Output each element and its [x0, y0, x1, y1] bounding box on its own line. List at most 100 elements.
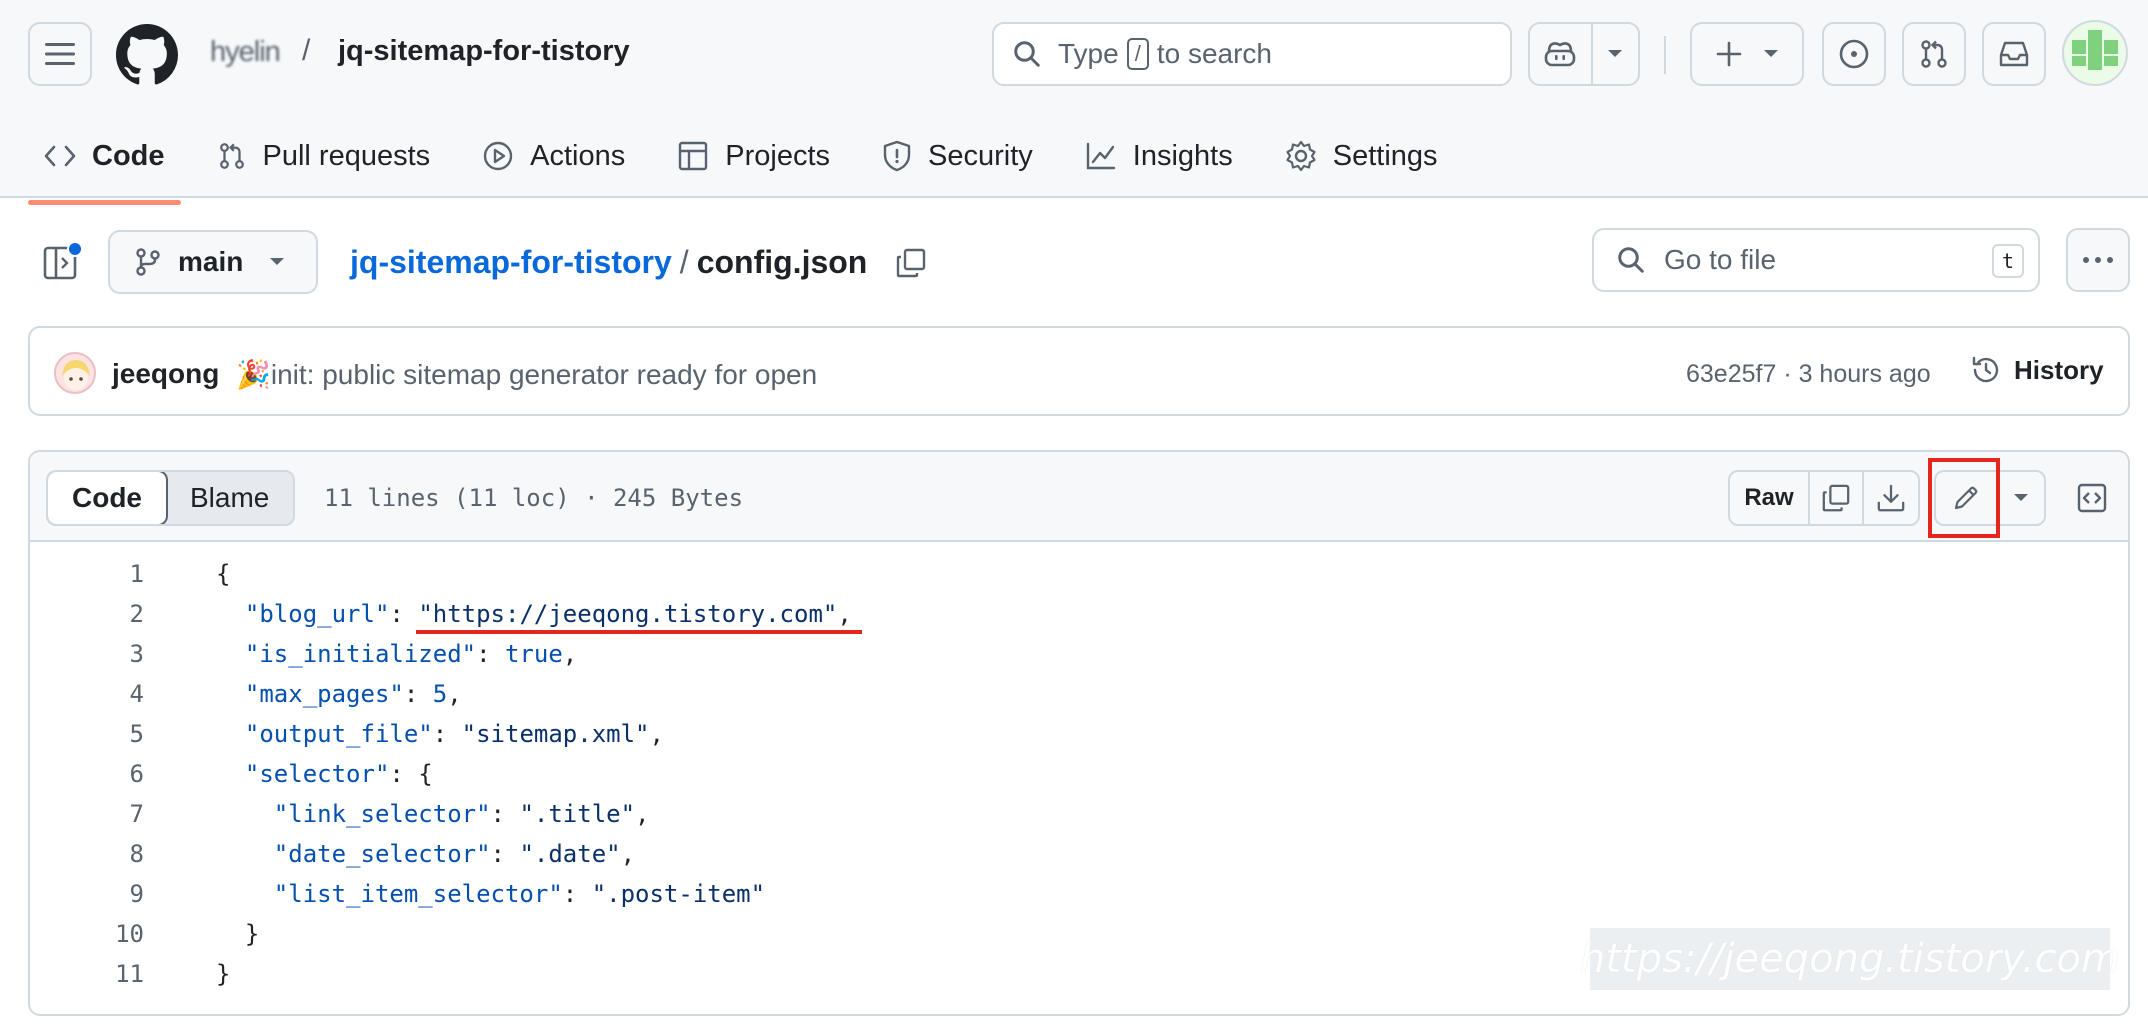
json-string-value: "sitemap.xml" — [461, 720, 650, 748]
search-input[interactable]: Type / to search — [992, 22, 1512, 86]
line-number[interactable]: 9 — [60, 874, 144, 914]
raw-button[interactable]: Raw — [1730, 472, 1810, 524]
line-content: "blog_url": "https://jeeqong.tistory.com… — [244, 600, 852, 628]
line-number[interactable]: 8 — [60, 834, 144, 874]
blame-view-tab[interactable]: Blame — [166, 472, 293, 524]
line-number[interactable]: 7 — [60, 794, 144, 834]
latest-commit-bar: jeeqong 🎉init: public sitemap generator … — [28, 326, 2130, 416]
repo-nav: Code Pull requests Actions Projects Secu… — [28, 116, 1474, 205]
symbols-panel-button[interactable] — [2064, 470, 2120, 526]
go-to-file-placeholder: Go to file — [1664, 244, 1777, 275]
line-content: } — [216, 920, 260, 948]
tab-security[interactable]: Security — [866, 121, 1049, 191]
json-key: "max_pages" — [244, 680, 404, 708]
commit-author-link[interactable]: jeeqong — [112, 358, 219, 390]
copilot-button[interactable] — [1530, 24, 1593, 84]
line-number[interactable]: 3 — [60, 634, 144, 674]
user-avatar[interactable] — [2062, 20, 2128, 86]
code-icon — [44, 145, 76, 167]
json-boolean-value: true — [505, 640, 563, 668]
tab-settings[interactable]: Settings — [1269, 121, 1454, 191]
gear-icon — [1286, 140, 1316, 172]
edit-file-button[interactable] — [1936, 472, 1998, 524]
search-prefix-text: Type — [1058, 38, 1119, 69]
pencil-icon — [1954, 486, 1978, 510]
code-square-icon — [2077, 483, 2107, 513]
line-number[interactable]: 1 — [60, 554, 144, 594]
code-line: 3 "is_initialized": true, — [30, 634, 2128, 674]
line-number[interactable]: 11 — [60, 954, 144, 994]
line-number[interactable]: 6 — [60, 754, 144, 794]
view-mode-toggle: Code Blame — [46, 470, 296, 526]
tab-code-label: Code — [92, 139, 165, 172]
line-number[interactable]: 10 — [60, 914, 144, 954]
commit-author-avatar[interactable] — [54, 352, 96, 394]
code-line: 2 "blog_url": "https://jeeqong.tistory.c… — [30, 594, 2128, 634]
json-key: "link_selector" — [273, 800, 491, 828]
download-raw-button[interactable] — [1864, 472, 1918, 524]
file-viewer: Code Blame 11 lines (11 loc) · 245 Bytes… — [28, 450, 2130, 1016]
expand-file-tree-icon[interactable] — [42, 242, 82, 282]
line-number[interactable]: 4 — [60, 674, 144, 714]
git-pull-request-icon — [1921, 40, 1947, 68]
search-icon — [1618, 247, 1644, 273]
your-pull-requests-button[interactable] — [1902, 22, 1966, 86]
edit-dropdown-button[interactable] — [1998, 472, 2044, 524]
json-key: "date_selector" — [273, 840, 491, 868]
create-new-button[interactable] — [1690, 22, 1804, 86]
commit-emoji: 🎉 — [236, 359, 271, 390]
triangle-down-icon — [2014, 494, 2028, 501]
commit-message-link[interactable]: 🎉init: public sitemap generator ready fo… — [236, 358, 817, 391]
code-line: 4 "max_pages": 5, — [30, 674, 2128, 714]
copy-path-icon[interactable] — [895, 247, 927, 279]
owner-name-link[interactable]: hyelin — [210, 36, 281, 69]
tab-projects-label: Projects — [725, 139, 831, 172]
inbox-icon — [1999, 41, 2029, 67]
breadcrumb: jq-sitemap-for-tistory / config.json — [350, 244, 927, 281]
json-key: "list_item_selector" — [273, 880, 563, 908]
line-number[interactable]: 2 — [60, 594, 144, 634]
go-to-file-input[interactable]: Go to file t — [1592, 228, 2040, 292]
download-icon — [1877, 484, 1905, 512]
identicon-icon — [2072, 30, 2118, 70]
open-menu-button[interactable] — [28, 22, 92, 86]
history-icon — [1972, 356, 1999, 383]
search-suffix-text: to search — [1156, 38, 1272, 69]
tab-code[interactable]: Code — [28, 121, 181, 205]
code-line: 6 "selector": { — [30, 754, 2128, 794]
code-line: 5 "output_file": "sitemap.xml", — [30, 714, 2128, 754]
search-icon — [1014, 41, 1040, 67]
github-logo-icon[interactable] — [116, 24, 178, 86]
repo-name-link[interactable]: jq-sitemap-for-tistory — [338, 35, 630, 68]
code-line: 7 "link_selector": ".title", — [30, 794, 2128, 834]
tab-pull-requests[interactable]: Pull requests — [201, 121, 447, 191]
line-content: { — [216, 560, 231, 588]
file-info-text: 11 lines (11 loc) · 245 Bytes — [324, 484, 744, 512]
your-issues-button[interactable] — [1822, 22, 1886, 86]
line-number[interactable]: 5 — [60, 714, 144, 754]
triangle-down-icon — [270, 258, 285, 265]
line-content: "list_item_selector": ".post-item" — [273, 880, 766, 908]
branch-selector-button[interactable]: main — [108, 230, 318, 294]
avatar-face-icon — [62, 360, 90, 390]
header-divider — [1664, 36, 1666, 74]
more-options-button[interactable] — [2066, 228, 2130, 292]
git-pull-request-icon — [219, 143, 244, 169]
history-button[interactable]: History — [1970, 354, 2104, 386]
copilot-dropdown-button[interactable] — [1593, 24, 1638, 84]
json-key: "selector" — [244, 760, 390, 788]
commit-hash-and-time[interactable]: 63e25f7 · 3 hours ago — [1686, 360, 1931, 389]
line-content: "link_selector": ".title", — [273, 800, 650, 828]
edit-button-group — [1934, 470, 2046, 526]
tab-insights[interactable]: Insights — [1069, 121, 1249, 191]
line-content: "max_pages": 5, — [244, 680, 462, 708]
graph-icon — [1086, 142, 1115, 170]
copy-raw-button[interactable] — [1810, 472, 1864, 524]
tab-actions[interactable]: Actions — [466, 121, 641, 191]
tab-projects[interactable]: Projects — [661, 121, 846, 191]
file-toolbar: Code Blame 11 lines (11 loc) · 245 Bytes… — [30, 452, 2128, 542]
breadcrumb-repo-link[interactable]: jq-sitemap-for-tistory — [350, 244, 672, 281]
inbox-button[interactable] — [1982, 22, 2046, 86]
shield-icon — [883, 140, 911, 172]
code-view-tab[interactable]: Code — [48, 472, 168, 524]
